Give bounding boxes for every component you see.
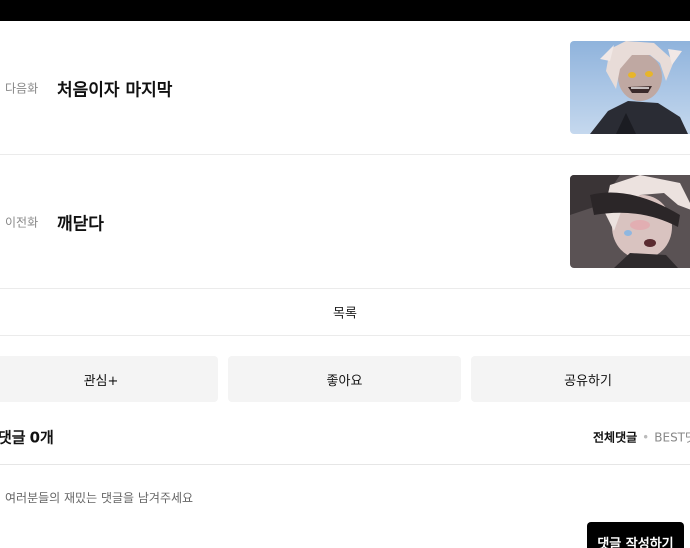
add-interest-button[interactable]: 관심+	[0, 356, 218, 402]
comments-title: 댓글 0개	[0, 427, 54, 448]
comments-title-label: 댓글	[0, 428, 26, 447]
comment-sort-tabs: 전체댓글 • BEST댓글	[593, 429, 690, 446]
write-comment-button[interactable]: 댓글 작성하기	[587, 522, 684, 548]
comments-header: 댓글0개 전체댓글 • BEST댓글	[0, 410, 690, 465]
next-episode-row[interactable]: 다음화 처음이자 마지막	[0, 21, 690, 155]
previous-episode-label: 이전화	[5, 215, 39, 229]
sort-separator-dot: •	[642, 430, 650, 445]
like-button[interactable]: 좋아요	[228, 356, 461, 402]
next-episode-title[interactable]: 처음이자 마지막	[57, 75, 172, 100]
previous-episode-thumbnail[interactable]	[570, 175, 690, 268]
add-interest-label: 관심+	[83, 373, 119, 389]
episode-list-button[interactable]: 목록	[0, 289, 690, 336]
write-comment-label: 댓글 작성하기	[597, 536, 674, 548]
next-episode-label: 다음화	[5, 81, 39, 95]
like-label: 좋아요	[326, 373, 363, 389]
previous-episode-thumbnail-art	[570, 175, 690, 268]
sort-best-comments-tab[interactable]: BEST댓글	[654, 431, 690, 445]
previous-episode-title[interactable]: 깨닫다	[57, 209, 104, 234]
comment-input[interactable]: 여러분들의 재밌는 댓글을 남겨주세요	[5, 489, 193, 506]
top-bar	[0, 0, 690, 21]
comments-count: 0개	[29, 428, 54, 447]
sort-all-comments-tab[interactable]: 전체댓글	[593, 431, 637, 445]
share-label: 공유하기	[564, 373, 612, 389]
next-episode-thumbnail[interactable]	[570, 41, 690, 134]
episode-viewer-page: 다음화 처음이자 마지막 이전화 깨닫다 목록 관심+ 좋아요 공유하기 댓글 …	[0, 0, 690, 548]
episode-list-label: 목록	[333, 306, 357, 322]
share-button[interactable]: 공유하기	[471, 356, 690, 402]
next-episode-thumbnail-art	[570, 41, 690, 134]
previous-episode-row[interactable]: 이전화 깨닫다	[0, 155, 690, 289]
